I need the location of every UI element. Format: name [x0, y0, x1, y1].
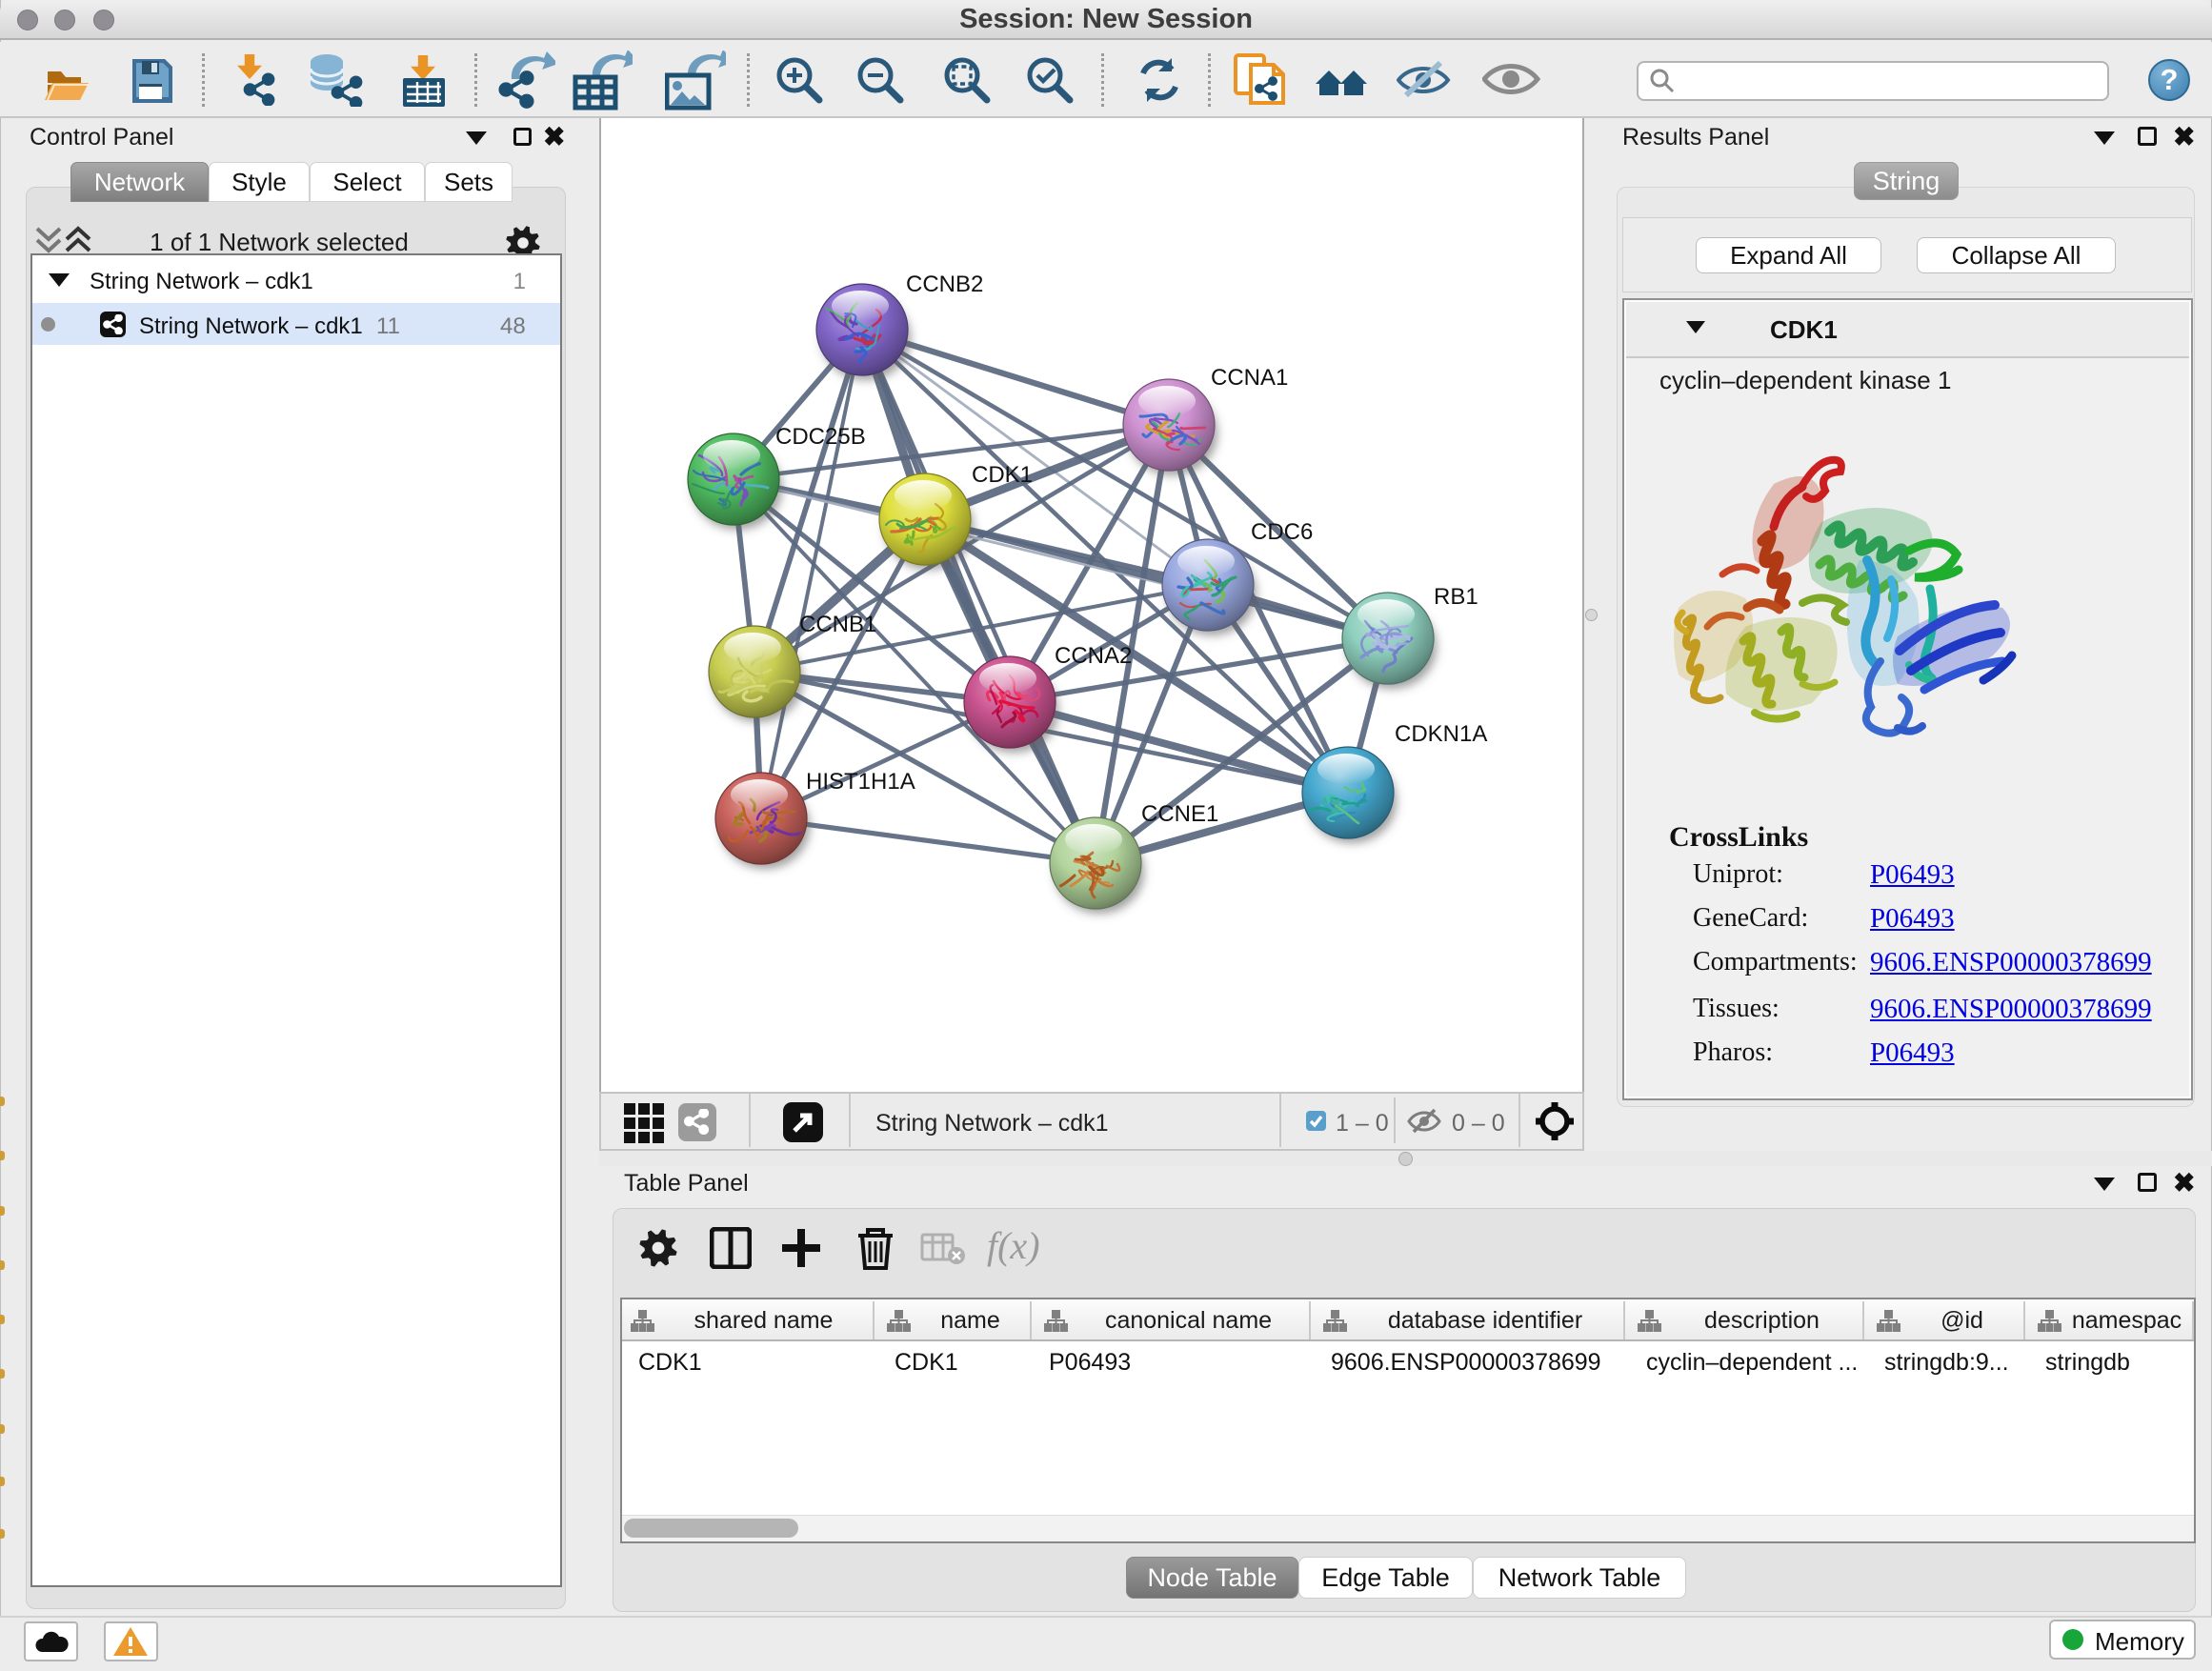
svg-text:RB1: RB1	[1434, 584, 1478, 610]
svg-text:CDC25B: CDC25B	[775, 424, 866, 450]
svg-text:HIST1H1A: HIST1H1A	[806, 769, 915, 795]
svg-text:CCNB1: CCNB1	[799, 612, 876, 637]
svg-text:CDKN1A: CDKN1A	[1395, 721, 1487, 747]
svg-text:CCNA1: CCNA1	[1211, 365, 1288, 391]
svg-text:CCNB2: CCNB2	[906, 272, 983, 297]
svg-text:CCNA2: CCNA2	[1055, 643, 1132, 669]
svg-text:CDC6: CDC6	[1251, 519, 1313, 545]
svg-text:CCNE1: CCNE1	[1141, 801, 1218, 827]
svg-text:CDK1: CDK1	[972, 462, 1033, 488]
